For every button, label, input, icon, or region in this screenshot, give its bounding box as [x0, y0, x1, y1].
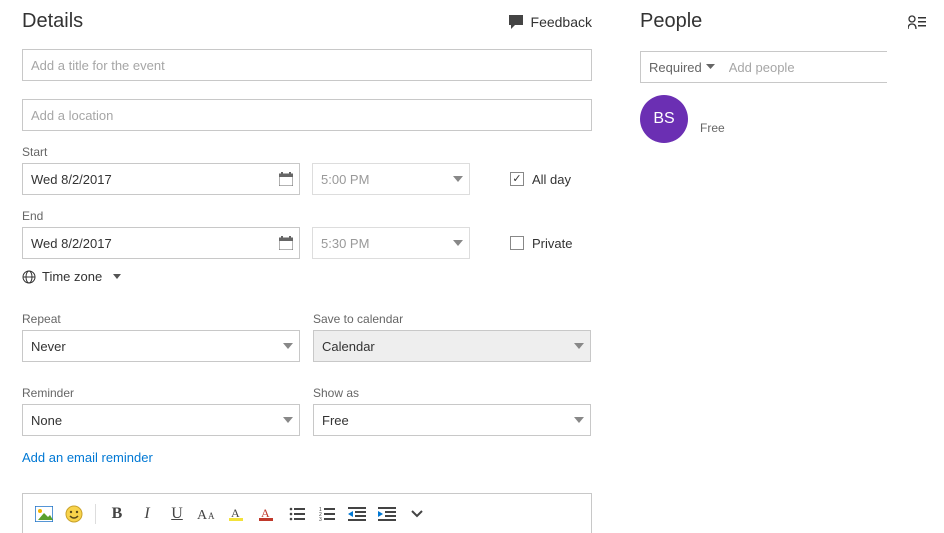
svg-text:A: A: [197, 508, 208, 521]
end-label: End: [22, 209, 592, 223]
chevron-down-icon: [574, 343, 584, 349]
attendee-type-dropdown[interactable]: Required: [641, 52, 723, 82]
highlight-icon: A: [229, 506, 245, 522]
people-heading: People: [640, 10, 702, 33]
end-date-value: Wed 8/2/2017: [31, 236, 112, 251]
timezone-toggle[interactable]: Time zone: [22, 269, 592, 284]
save-to-select[interactable]: Calendar: [313, 330, 591, 362]
bullet-list-button[interactable]: [284, 501, 310, 527]
event-title-input[interactable]: [22, 49, 592, 81]
font-color-button[interactable]: A: [254, 501, 280, 527]
start-date-value: Wed 8/2/2017: [31, 172, 112, 187]
chevron-down-icon: [411, 510, 423, 518]
person-list-icon: [908, 14, 926, 30]
image-icon: [35, 506, 53, 522]
save-to-label: Save to calendar: [313, 312, 592, 326]
private-checkbox[interactable]: [510, 236, 524, 250]
private-label: Private: [532, 236, 572, 251]
outdent-icon: [348, 507, 366, 521]
calendar-icon: [279, 236, 293, 250]
chevron-down-icon: [453, 240, 463, 246]
chevron-down-icon: [112, 274, 122, 280]
underline-button[interactable]: U: [164, 501, 190, 527]
reminder-select[interactable]: None: [22, 404, 300, 436]
showas-label: Show as: [313, 386, 592, 400]
outdent-button[interactable]: [344, 501, 370, 527]
editor-toolbar: B I U AA A A 123: [22, 493, 592, 533]
start-time-value: 5:00 PM: [321, 172, 369, 187]
attendee-type-label: Required: [649, 60, 702, 75]
save-to-value: Calendar: [322, 339, 375, 354]
insert-emoji-button[interactable]: [61, 501, 87, 527]
organizer-status: Free: [700, 121, 725, 135]
end-date-input[interactable]: Wed 8/2/2017: [22, 227, 300, 259]
reminder-label: Reminder: [22, 386, 301, 400]
repeat-value: Never: [31, 339, 66, 354]
svg-text:A: A: [261, 506, 270, 520]
font-size-button[interactable]: AA: [194, 501, 220, 527]
end-time-value: 5:30 PM: [321, 236, 369, 251]
start-date-input[interactable]: Wed 8/2/2017: [22, 163, 300, 195]
chevron-down-icon: [574, 417, 584, 423]
add-email-reminder-link[interactable]: Add an email reminder: [22, 450, 153, 465]
feedback-button[interactable]: Feedback: [509, 14, 592, 30]
repeat-select[interactable]: Never: [22, 330, 300, 362]
repeat-label: Repeat: [22, 312, 301, 326]
indent-icon: [378, 507, 396, 521]
people-list-icon-button[interactable]: [908, 14, 926, 30]
svg-text:3: 3: [319, 517, 322, 521]
bold-button[interactable]: B: [104, 501, 130, 527]
font-size-icon: AA: [197, 507, 217, 521]
bullet-list-icon: [289, 507, 305, 521]
allday-checkbox[interactable]: [510, 172, 524, 186]
font-color-icon: A: [259, 506, 275, 522]
start-time-input[interactable]: 5:00 PM: [312, 163, 470, 195]
showas-select[interactable]: Free: [313, 404, 591, 436]
event-location-input[interactable]: [22, 99, 592, 131]
chevron-down-icon: [453, 176, 463, 182]
globe-icon: [22, 270, 36, 284]
timezone-label: Time zone: [42, 269, 102, 284]
toolbar-divider: [95, 504, 96, 524]
add-people-field[interactable]: Required: [640, 51, 887, 83]
numbered-list-button[interactable]: 123: [314, 501, 340, 527]
chevron-down-icon: [706, 64, 715, 70]
feedback-label: Feedback: [531, 14, 592, 30]
showas-value: Free: [322, 413, 349, 428]
more-formatting-button[interactable]: [404, 501, 430, 527]
details-heading: Details: [22, 10, 83, 33]
end-time-input[interactable]: 5:30 PM: [312, 227, 470, 259]
chevron-down-icon: [283, 417, 293, 423]
allday-label: All day: [532, 172, 571, 187]
insert-image-button[interactable]: [31, 501, 57, 527]
indent-button[interactable]: [374, 501, 400, 527]
chevron-down-icon: [283, 343, 293, 349]
svg-text:A: A: [208, 511, 215, 521]
italic-button[interactable]: I: [134, 501, 160, 527]
emoji-icon: [65, 505, 83, 523]
calendar-icon: [279, 172, 293, 186]
organizer-avatar[interactable]: BS: [640, 95, 688, 143]
reminder-value: None: [31, 413, 62, 428]
highlight-button[interactable]: A: [224, 501, 250, 527]
feedback-icon: [509, 15, 525, 29]
start-label: Start: [22, 145, 592, 159]
svg-text:A: A: [231, 506, 240, 520]
add-people-input[interactable]: [723, 52, 911, 82]
numbered-list-icon: 123: [319, 507, 335, 521]
